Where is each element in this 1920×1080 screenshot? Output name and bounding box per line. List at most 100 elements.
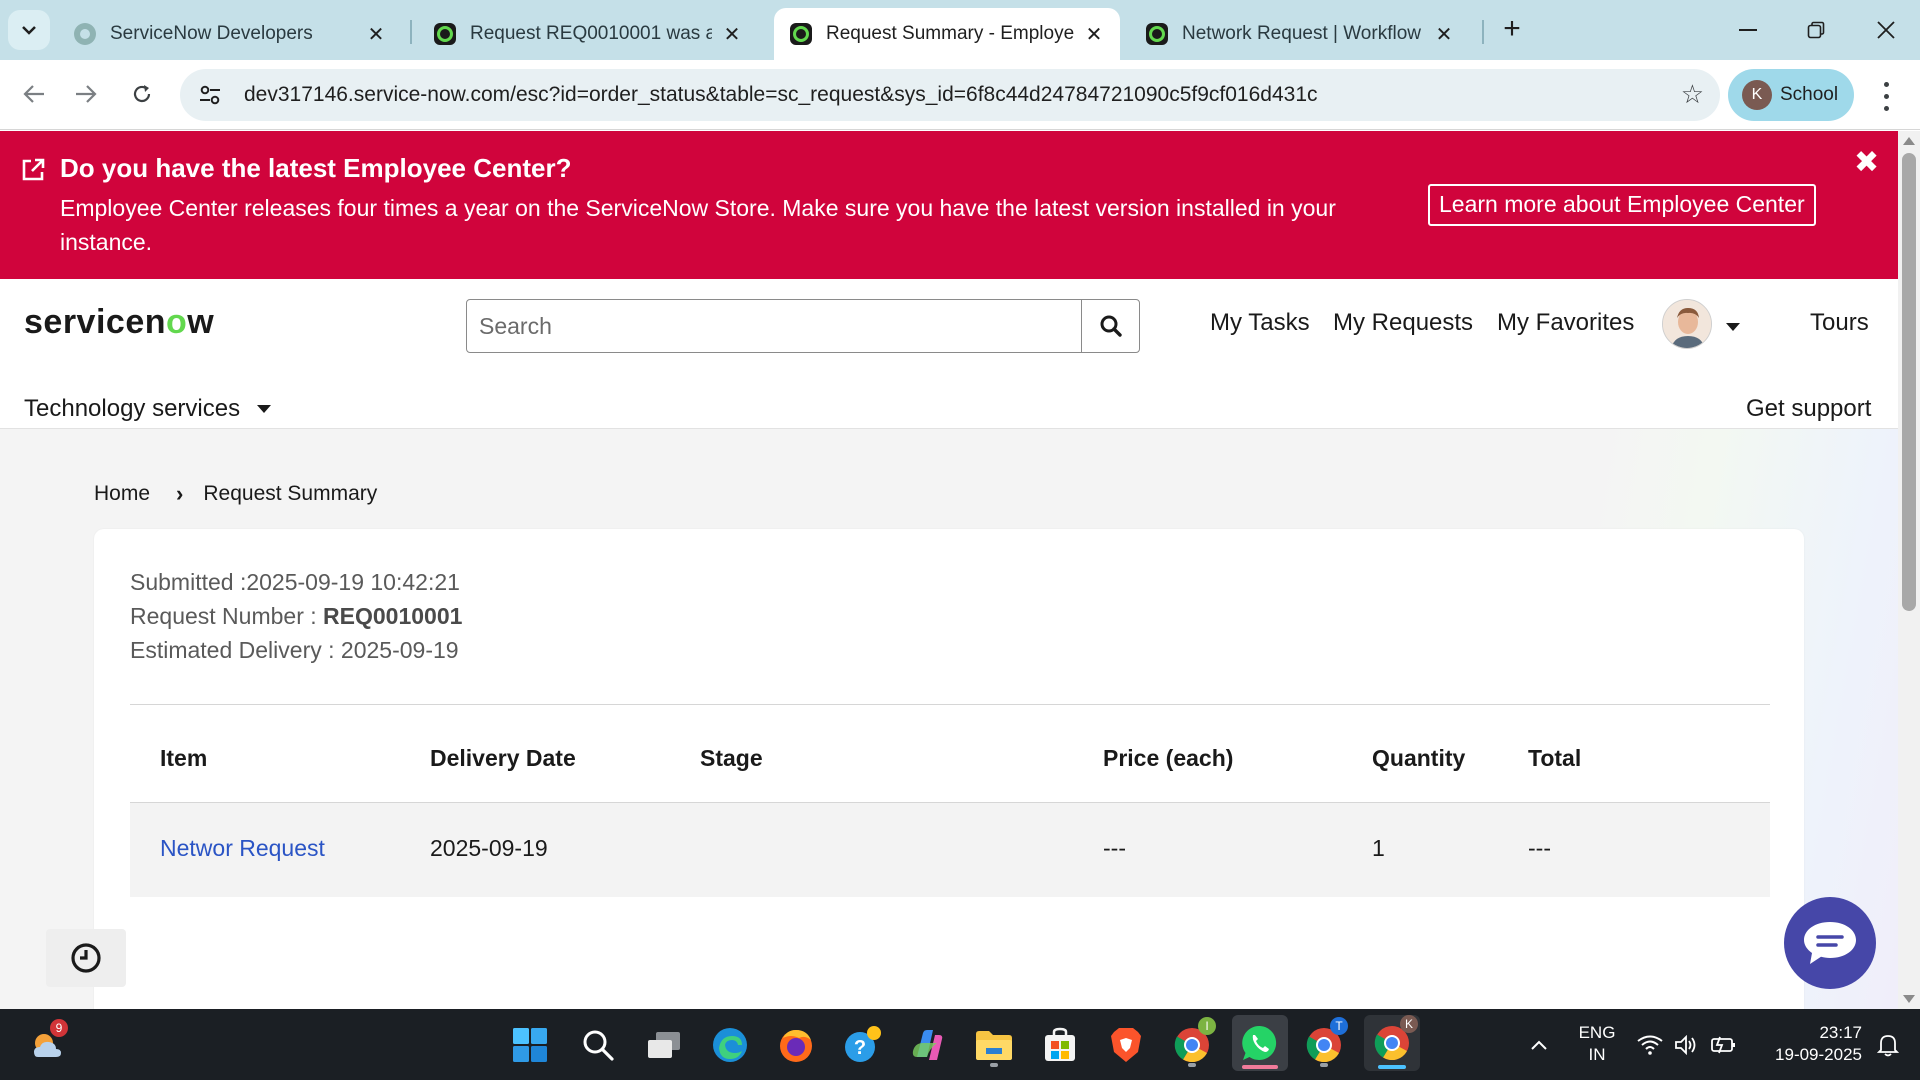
taskbar-file-explorer[interactable]	[970, 1021, 1018, 1069]
page-scrollbar[interactable]	[1898, 131, 1920, 1009]
total-cell: ---	[1528, 835, 1551, 861]
site-info-button[interactable]	[188, 73, 232, 117]
date-label: 19-09-2025	[1775, 1045, 1862, 1064]
close-icon[interactable]: ✕	[366, 22, 386, 47]
running-indicator	[1320, 1063, 1328, 1067]
back-button[interactable]	[14, 74, 54, 114]
chevron-up-icon	[1531, 1040, 1547, 1050]
speaker-icon	[1675, 1035, 1696, 1055]
user-avatar[interactable]	[1662, 299, 1712, 349]
taskbar-chrome-profile-3[interactable]: K	[1364, 1015, 1420, 1071]
user-photo-icon	[1663, 300, 1711, 348]
price-cell: ---	[1103, 835, 1126, 861]
folder-icon	[976, 1031, 1012, 1060]
active-indicator	[1378, 1065, 1406, 1069]
reload-button[interactable]	[122, 74, 162, 114]
restore-button[interactable]	[1786, 10, 1846, 50]
chrome-profile-badge: T	[1330, 1017, 1348, 1035]
breadcrumb: Home › Request Summary	[94, 481, 377, 507]
forward-button[interactable]	[66, 74, 106, 114]
menu-technology-services[interactable]: Technology services	[24, 395, 271, 423]
browser-tab-request-approved[interactable]: Request REQ0010001 was appro ✕	[418, 8, 758, 60]
nav-my-tasks[interactable]: My Tasks	[1210, 309, 1310, 337]
address-bar[interactable]: dev317146.service-now.com/esc?id=order_s…	[180, 69, 1720, 121]
nav-my-requests[interactable]: My Requests	[1333, 309, 1473, 337]
tab-title: Network Request | Workflow St	[1182, 23, 1424, 44]
browser-toolbar: dev317146.service-now.com/esc?id=order_s…	[0, 60, 1920, 130]
whatsapp-icon	[1242, 1025, 1277, 1060]
url-text[interactable]: dev317146.service-now.com/esc?id=order_s…	[244, 83, 1318, 107]
tab-title: Request REQ0010001 was appro	[470, 23, 712, 44]
scroll-up-icon[interactable]	[1903, 137, 1915, 145]
menu-get-support[interactable]: Get support	[1746, 395, 1871, 423]
scroll-down-icon[interactable]	[1903, 995, 1915, 1003]
windows-logo-icon	[513, 1028, 547, 1062]
notifications-button[interactable]	[1868, 1021, 1908, 1069]
profile-avatar: K	[1742, 80, 1772, 110]
taskbar-chrome-profile-1[interactable]: I	[1168, 1017, 1216, 1069]
taskbar-help[interactable]: ?	[838, 1021, 886, 1069]
submitted-value: 2025-09-19 10:42:21	[246, 569, 460, 595]
close-icon[interactable]: ✕	[1084, 22, 1104, 47]
wifi-icon	[1637, 1035, 1663, 1055]
external-link-icon	[22, 158, 45, 181]
taskbar-search[interactable]	[574, 1021, 622, 1069]
scrollbar-thumb[interactable]	[1902, 153, 1916, 611]
bookmark-star-icon[interactable]: ☆	[1681, 79, 1704, 110]
search-icon	[1100, 315, 1122, 337]
battery-status[interactable]	[1704, 1021, 1744, 1069]
clock[interactable]: 23:17 19-09-2025	[1752, 1022, 1862, 1066]
tab-separator	[1482, 20, 1484, 44]
taskbar-store[interactable]	[1036, 1021, 1084, 1069]
content-area: Home › Request Summary Submitted :2025-0…	[0, 429, 1898, 1009]
new-tab-button[interactable]: +	[1494, 12, 1530, 48]
taskbar-firefox[interactable]	[772, 1021, 820, 1069]
browser-tab-network-request[interactable]: Network Request | Workflow St ✕	[1130, 8, 1470, 60]
arrow-right-icon	[76, 85, 97, 103]
profile-button[interactable]: K School	[1728, 69, 1854, 121]
caret-down-icon	[256, 405, 271, 413]
servicenow-logo[interactable]: servicenow	[24, 303, 214, 342]
item-link[interactable]: Networ Request	[160, 835, 325, 862]
browser-tab-servicenow-developers[interactable]: ServiceNow Developers ✕	[58, 8, 402, 60]
column-header-price: Price (each)	[1103, 745, 1234, 771]
tab-separator	[410, 20, 412, 44]
edge-icon	[713, 1028, 747, 1062]
nav-tours[interactable]: Tours	[1810, 309, 1869, 337]
windows-taskbar: 9 ? I T K ENG IN 23:17 19-09-2025	[0, 1009, 1920, 1080]
breadcrumb-home[interactable]: Home	[94, 482, 150, 506]
show-hidden-icons[interactable]	[1514, 1021, 1564, 1069]
tab-search-button[interactable]	[8, 10, 50, 50]
taskbar-whatsapp[interactable]	[1232, 1015, 1288, 1071]
taskbar-edge[interactable]	[706, 1021, 754, 1069]
close-icon[interactable]: ✕	[722, 22, 742, 47]
minimize-button[interactable]	[1718, 10, 1778, 50]
browser-tab-request-summary[interactable]: Request Summary - Employee C ✕	[774, 8, 1120, 60]
user-menu-caret-icon[interactable]	[1726, 323, 1740, 331]
chat-button[interactable]	[1784, 897, 1876, 989]
start-button[interactable]	[506, 1021, 554, 1069]
banner-close-icon[interactable]: ✖	[1854, 145, 1879, 180]
taskbar-copilot[interactable]	[904, 1021, 952, 1069]
close-window-button[interactable]	[1856, 10, 1916, 50]
input-language[interactable]: ENG IN	[1570, 1022, 1624, 1066]
volume-status[interactable]	[1666, 1021, 1706, 1069]
taskbar-brave[interactable]	[1102, 1021, 1150, 1069]
browser-menu-button[interactable]	[1874, 78, 1898, 114]
weather-widget[interactable]: 9	[24, 1019, 72, 1069]
search-button[interactable]	[1081, 300, 1139, 352]
page-viewport: Do you have the latest Employee Center? …	[0, 131, 1898, 1009]
taskbar-chrome-profile-2[interactable]: T	[1300, 1017, 1348, 1069]
search-input[interactable]	[467, 300, 1081, 352]
task-view[interactable]	[640, 1021, 688, 1069]
chrome-profile-badge: K	[1400, 1015, 1418, 1033]
estimated-delivery-line: Estimated Delivery : 2025-09-19	[130, 637, 459, 663]
close-icon[interactable]: ✕	[1434, 22, 1454, 47]
weather-badge: 9	[50, 1019, 68, 1037]
nav-my-favorites[interactable]: My Favorites	[1497, 309, 1634, 337]
wifi-status[interactable]	[1630, 1021, 1670, 1069]
history-button[interactable]	[46, 929, 126, 987]
search-bar	[466, 299, 1140, 353]
firefox-icon	[780, 1030, 812, 1062]
learn-more-button[interactable]: Learn more about Employee Center	[1428, 184, 1816, 226]
